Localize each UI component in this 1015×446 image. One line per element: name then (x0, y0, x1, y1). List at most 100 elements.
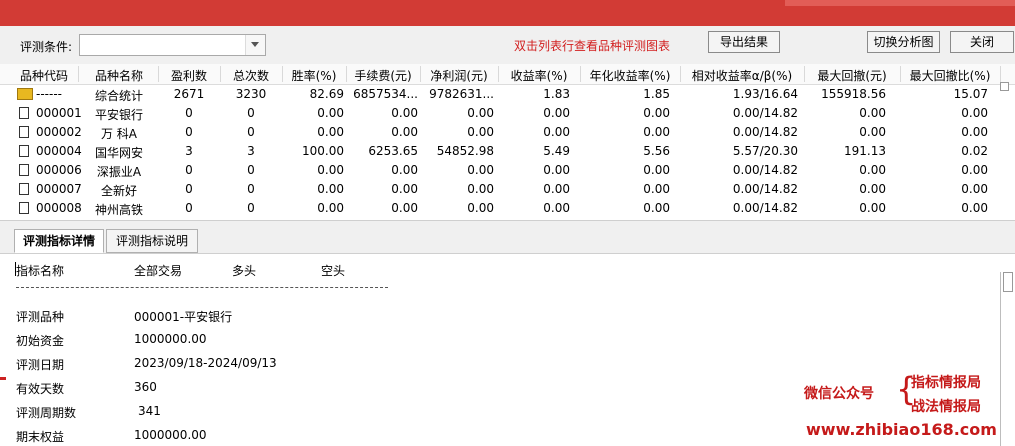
table-row[interactable]: 000008 神州高铁 0 0 0.00 0.00 0.00 0.00 0.00 0.00/14.… (0, 199, 1000, 217)
column-separator[interactable] (78, 66, 79, 82)
cell-fee: 0.00 (391, 106, 418, 120)
document-icon (19, 126, 29, 138)
cell-ret: 0.00 (543, 182, 570, 196)
column-header[interactable]: 收益率(%) (500, 67, 578, 84)
cell-profit: 0.00 (467, 163, 494, 177)
tab-explain[interactable]: 评测指标说明 (106, 229, 198, 253)
column-header[interactable]: 手续费(元) (348, 67, 418, 84)
cell-ddr: 0.00 (961, 106, 988, 120)
table-row[interactable]: 000006 深振业A 0 0 0.00 0.00 0.00 0.00 0.00 0.00/14.… (0, 161, 1000, 179)
column-header[interactable]: 品种代码 (12, 67, 76, 84)
document-icon (19, 107, 29, 119)
column-separator[interactable] (498, 66, 499, 82)
column-separator[interactable] (420, 66, 421, 82)
cell-win: 3 (185, 144, 193, 158)
cell-ret: 0.00 (543, 163, 570, 177)
column-header[interactable]: 相对收益率α/β(%) (682, 67, 802, 84)
cell-total: 3230 (235, 87, 267, 101)
table-row[interactable]: 000002 万 科A 0 0 0.00 0.00 0.00 0.00 0.00 0.00/14.… (0, 123, 1000, 141)
column-separator[interactable] (1000, 66, 1001, 82)
column-separator[interactable] (804, 66, 805, 82)
export-button[interactable]: 导出结果 (708, 31, 780, 53)
cell-profit: 54852.98 (436, 144, 494, 158)
cell-annual: 0.00 (643, 106, 670, 120)
watermark-wechat: 微信公众号 (804, 386, 874, 402)
cell-name: 深振业A (96, 165, 142, 179)
column-separator[interactable] (220, 66, 221, 82)
cell-annual: 0.00 (643, 201, 670, 215)
cell-total: 0 (247, 163, 255, 177)
scrollbar-button[interactable] (1000, 82, 1009, 91)
detail-scrollbar[interactable] (1000, 272, 1015, 446)
document-icon (19, 164, 29, 176)
column-header[interactable]: 最大回撤(元) (806, 67, 898, 84)
cell-name: 万 科A (100, 127, 138, 141)
dropdown-arrow-icon[interactable] (245, 35, 265, 55)
cell-rel: 0.00/14.82 (732, 106, 798, 120)
cell-ddr: 0.00 (961, 182, 988, 196)
column-header[interactable]: 胜率(%) (284, 67, 344, 84)
cell-annual: 0.00 (643, 125, 670, 139)
scrollbar-thumb[interactable] (1003, 272, 1013, 292)
watermark-url: www.zhibiao168.com (806, 420, 997, 439)
switch-chart-button[interactable]: 切换分析图 (867, 31, 940, 53)
cell-rel: 0.00/14.82 (732, 201, 798, 215)
close-button[interactable]: 关闭 (950, 31, 1014, 53)
column-separator[interactable] (580, 66, 581, 82)
hint-text: 双击列表行查看品种评测图表 (514, 39, 671, 53)
detail-label: 期末权益 (16, 430, 65, 444)
result-table[interactable]: 品种代码 品种名称 盈利数 总次数 胜率(%) 手续费(元) 净利润(元) 收益率(%) 年化收… (0, 64, 1015, 220)
detail-value: 1000000.00 (134, 428, 207, 442)
toolbar: 评测条件: 双击列表行查看品种评测图表 导出结果 切换分析图 关闭 (0, 26, 1015, 65)
column-separator[interactable] (282, 66, 283, 82)
table-header: 品种代码 品种名称 盈利数 总次数 胜率(%) 手续费(元) 净利润(元) 收益率(%) 年化收… (0, 64, 1015, 85)
cell-name: 神州高铁 (94, 203, 143, 217)
cell-total: 3 (247, 144, 255, 158)
folder-icon (17, 88, 33, 100)
detail-label: 有效天数 (16, 382, 65, 396)
table-row[interactable]: 000001 平安银行 0 0 0.00 0.00 0.00 0.00 0.00 0.00/14.… (0, 104, 1000, 122)
cell-rel: 0.00/14.82 (732, 125, 798, 139)
cell-dd: 155918.56 (821, 87, 886, 101)
column-header[interactable]: 盈利数 (160, 67, 218, 84)
column-separator[interactable] (900, 66, 901, 82)
cell-profit: 0.00 (467, 201, 494, 215)
cell-win: 0 (185, 163, 193, 177)
cell-annual: 0.00 (643, 163, 670, 177)
cell-dd: 0.00 (859, 106, 886, 120)
column-separator[interactable] (346, 66, 347, 82)
watermark-line1: 指标情报局 (911, 375, 981, 391)
table-row[interactable]: 000007 全新好 0 0 0.00 0.00 0.00 0.00 0.00 0.00/14.8… (0, 180, 1000, 198)
cell-profit: 0.00 (467, 125, 494, 139)
cell-ddr: 15.07 (953, 87, 988, 101)
table-row[interactable]: 000004 国华网安 3 3 100.00 6253.65 54852.98 5.49 5.5… (0, 142, 1000, 160)
tab-details[interactable]: 评测指标详情 (14, 229, 104, 253)
column-separator[interactable] (158, 66, 159, 82)
cell-code: 000007 (36, 182, 82, 196)
cell-dd: 0.00 (859, 125, 886, 139)
detail-label: 评测周期数 (16, 406, 77, 420)
cell-code: 000008 (36, 201, 82, 215)
column-separator[interactable] (680, 66, 681, 82)
table-row[interactable]: ------ 综合统计 2671 3230 82.69 6857534... 9782631… (0, 85, 1000, 103)
cell-profit: 0.00 (467, 182, 494, 196)
detail-value: 360 (134, 380, 157, 394)
cell-win: 0 (185, 182, 193, 196)
column-header[interactable]: 最大回撤比(%) (902, 67, 998, 84)
cell-dd: 0.00 (859, 163, 886, 177)
condition-combobox[interactable] (79, 34, 266, 56)
cell-fee: 6253.65 (368, 144, 418, 158)
column-header[interactable]: 年化收益率(%) (582, 67, 678, 84)
cell-ddr: 0.00 (961, 125, 988, 139)
column-header[interactable]: 总次数 (222, 67, 280, 84)
column-header[interactable]: 净利润(元) (422, 67, 496, 84)
cell-annual: 1.85 (643, 87, 670, 101)
tab-bar: 评测指标详情 评测指标说明 (0, 220, 1015, 254)
condition-label: 评测条件: (20, 40, 73, 54)
cell-win: 0 (185, 201, 193, 215)
detail-value: 1000000.00 (134, 332, 207, 346)
detail-label: 评测品种 (16, 310, 65, 324)
cell-fee: 0.00 (391, 163, 418, 177)
column-header[interactable]: 品种名称 (82, 67, 156, 84)
detail-header-all: 全部交易 (134, 264, 183, 278)
